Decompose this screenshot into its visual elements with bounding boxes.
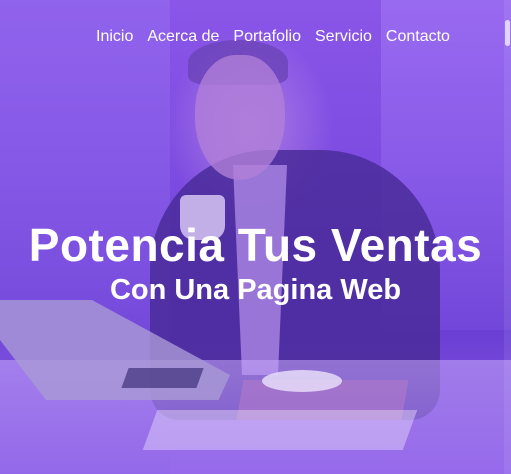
hero-subheadline: Con Una Pagina Web xyxy=(109,274,402,306)
main-nav: Inicio Acerca de Portafolio Servicio Con… xyxy=(96,28,450,46)
photo-plate xyxy=(262,370,342,392)
scrollbar-thumb[interactable] xyxy=(505,20,510,46)
photo-paper xyxy=(142,410,418,450)
nav-link-servicio[interactable]: Servicio xyxy=(315,28,372,46)
nav-link-portafolio[interactable]: Portafolio xyxy=(233,28,301,46)
nav-link-acerca-de[interactable]: Acerca de xyxy=(147,28,219,46)
photo-keyboard xyxy=(121,368,204,388)
page-scrollbar[interactable] xyxy=(504,0,511,474)
nav-link-inicio[interactable]: Inicio xyxy=(96,28,133,46)
photo-person-head xyxy=(195,55,285,180)
hero-section: Inicio Acerca de Portafolio Servicio Con… xyxy=(0,0,511,474)
nav-link-contacto[interactable]: Contacto xyxy=(386,28,450,46)
hero-headline: Potencia Tus Ventas xyxy=(28,219,483,271)
